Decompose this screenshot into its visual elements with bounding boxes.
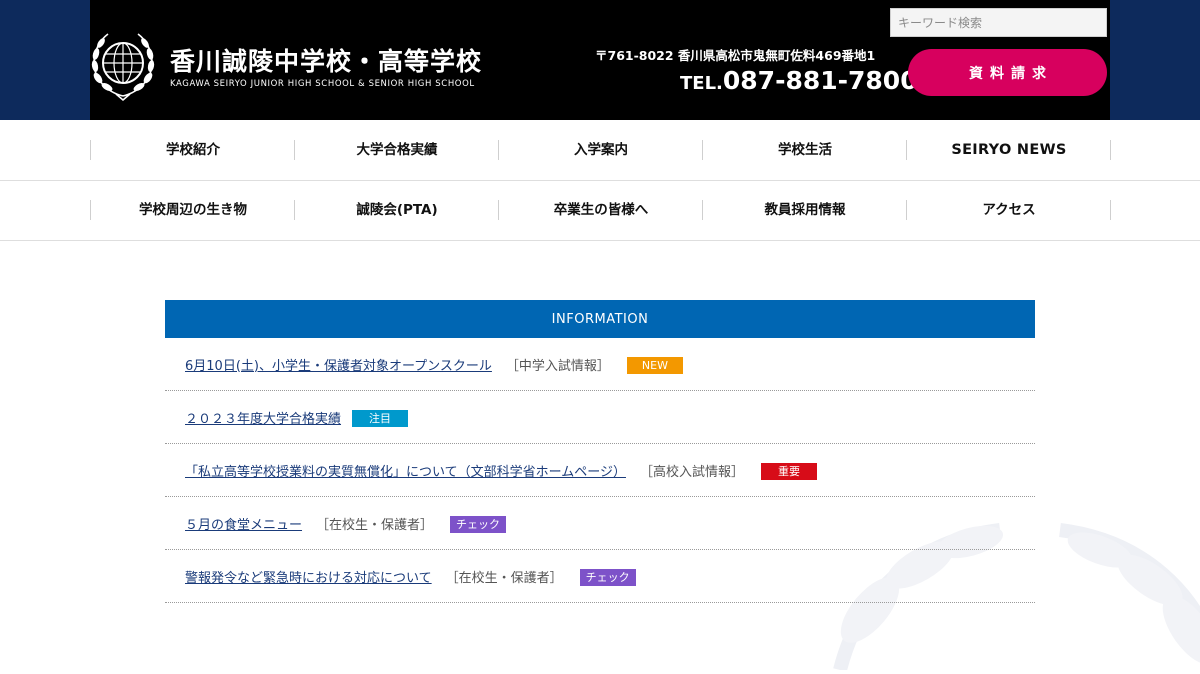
important-badge: 重要 <box>760 462 817 480</box>
nav-item-local-wildlife[interactable]: 学校周辺の生き物 <box>91 200 295 220</box>
information-header: INFORMATION <box>165 300 1035 338</box>
news-item: 6月10日(土)、小学生・保護者対象オープンスクール ［中学入試情報］ NEW <box>165 338 1035 391</box>
information-section: INFORMATION 6月10日(土)、小学生・保護者対象オープンスクール ［… <box>165 300 1035 603</box>
news-link[interactable]: 警報発令など緊急時における対応について <box>185 567 432 586</box>
check-badge: チェック <box>450 515 507 533</box>
news-link[interactable]: ２０２３年度大学合格実績 <box>185 408 341 427</box>
nav-item-teacher-recruitment[interactable]: 教員採用情報 <box>703 200 907 220</box>
nav-item-university-results[interactable]: 大学合格実績 <box>295 140 499 160</box>
school-address: 〒761-8022 香川県高松市鬼無町佐料469番地1 <box>595 48 876 63</box>
nav-item-school-life[interactable]: 学校生活 <box>703 140 907 160</box>
nav-divider <box>1110 200 1111 220</box>
news-item: 「私立高等学校授業料の実質無償化」について（文部科学省ホームページ） ［高校入試… <box>165 444 1035 497</box>
news-link[interactable]: 「私立高等学校授業料の実質無償化」について（文部科学省ホームページ） <box>185 461 626 480</box>
school-emblem-icon[interactable] <box>90 30 156 102</box>
news-item: ５月の食堂メニュー ［在校生・保護者］ チェック <box>165 497 1035 550</box>
news-item: ２０２３年度大学合格実績 注目 <box>165 391 1035 444</box>
check-badge: チェック <box>579 568 636 586</box>
news-category: ［中学入試情報］ <box>505 358 610 374</box>
nav-item-access[interactable]: アクセス <box>907 200 1111 220</box>
keyword-search-input[interactable] <box>890 8 1107 37</box>
main-nav-row-2: 学校周辺の生き物 誠陵会(PTA) 卒業生の皆様へ 教員採用情報 アクセス <box>0 180 1200 241</box>
news-category: ［高校入試情報］ <box>639 464 744 480</box>
nav-item-alumni[interactable]: 卒業生の皆様へ <box>499 200 703 220</box>
phone-number: TEL.087-881-7800 <box>680 66 918 95</box>
school-name[interactable]: 香川誠陵中学校・高等学校 <box>170 42 482 78</box>
nav-item-admissions[interactable]: 入学案内 <box>499 140 703 160</box>
site-header: 香川誠陵中学校・高等学校 KAGAWA SEIRYO JUNIOR HIGH S… <box>90 0 1110 120</box>
tel-number: 087-881-7800 <box>722 66 918 95</box>
news-link[interactable]: ５月の食堂メニュー <box>185 514 302 533</box>
nav-item-school-intro[interactable]: 学校紹介 <box>91 140 295 160</box>
nav-item-pta[interactable]: 誠陵会(PTA) <box>295 200 499 220</box>
nav-divider <box>1110 140 1111 160</box>
news-item: 警報発令など緊急時における対応について ［在校生・保護者］ チェック <box>165 550 1035 603</box>
attention-badge: 注目 <box>352 409 409 427</box>
nav-item-seiryo-news[interactable]: SEIRYO NEWS <box>907 140 1111 160</box>
school-name-english: KAGAWA SEIRYO JUNIOR HIGH SCHOOL & SENIO… <box>170 79 475 89</box>
news-link[interactable]: 6月10日(土)、小学生・保護者対象オープンスクール <box>185 355 492 374</box>
main-nav-row-1: 学校紹介 大学合格実績 入学案内 学校生活 SEIRYO NEWS <box>0 120 1200 181</box>
news-category: ［在校生・保護者］ <box>316 517 434 533</box>
request-materials-button[interactable]: 資料請求 <box>908 49 1107 96</box>
tel-prefix: TEL. <box>680 73 723 94</box>
news-category: ［在校生・保護者］ <box>445 570 563 586</box>
new-badge: NEW <box>626 356 683 374</box>
